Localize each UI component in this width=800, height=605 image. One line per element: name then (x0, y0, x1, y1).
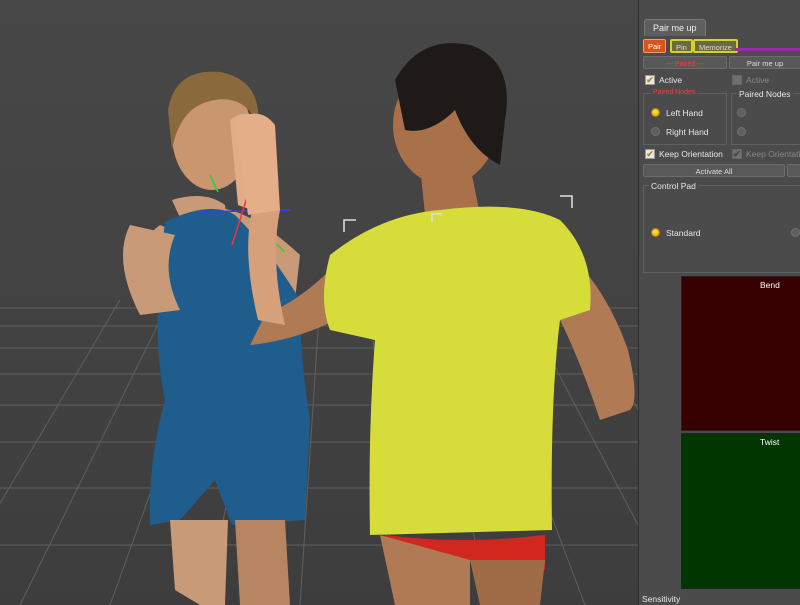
paired-label: --- Paired --- (665, 61, 705, 68)
standard-label: Standard (666, 228, 701, 238)
node-radio-right-1[interactable] (737, 108, 746, 117)
paired-nodes-group-left (643, 93, 727, 145)
tab-accent-line (735, 48, 800, 51)
active-checkbox[interactable]: ✔ (645, 75, 655, 85)
left-hand-label: Left Hand (666, 108, 703, 118)
right-hand-radio[interactable] (651, 127, 660, 136)
paired-nodes-heading: Paired Nodes (737, 89, 793, 99)
bend-label: Bend (760, 280, 780, 290)
pair-me-up-button[interactable]: Pair me up (729, 56, 800, 69)
right-hand-label: Right Hand (666, 127, 709, 137)
paired-button[interactable]: --- Paired --- (643, 56, 727, 69)
keep-orientation-checkbox[interactable]: ✔ (645, 149, 655, 159)
paired-nodes-group-right (731, 93, 800, 145)
keep-orientation-checkbox-2[interactable]: ✔ (732, 149, 742, 159)
twist-pad[interactable]: Twist (681, 433, 800, 589)
bend-pad[interactable]: Bend (681, 276, 800, 431)
paired-nodes-heading-red: Paired Nodes (651, 89, 698, 96)
sensitivity-label: Sensitivity (642, 594, 681, 604)
male-figure (235, 43, 635, 605)
active-label-2: Active (746, 75, 770, 85)
pair-me-up-panel: Pair me up Pair Pin Memorize --- Paired … (638, 0, 800, 605)
standard-radio[interactable] (651, 228, 660, 237)
node-radio-right-2[interactable] (737, 127, 746, 136)
tab-pin[interactable]: Pin (670, 39, 693, 53)
left-hand-radio[interactable] (651, 108, 660, 117)
keep-orientation-label-2: Keep Orientation (746, 149, 800, 159)
control-pad-heading: Control Pad (649, 181, 698, 191)
panel-title-tab[interactable]: Pair me up (644, 19, 706, 36)
keep-orientation-label: Keep Orientation (659, 149, 723, 159)
twist-label: Twist (760, 437, 780, 447)
extra-button[interactable] (787, 164, 800, 177)
activate-all-button[interactable]: Activate All (643, 164, 785, 177)
tab-memorize[interactable]: Memorize (693, 39, 738, 53)
tab-pair[interactable]: Pair (643, 39, 667, 53)
3d-viewport[interactable] (0, 0, 638, 605)
other-mode-radio[interactable] (791, 228, 800, 237)
scene-svg (0, 43, 638, 605)
active-checkbox-2[interactable] (732, 75, 742, 85)
active-label: Active (659, 75, 683, 85)
